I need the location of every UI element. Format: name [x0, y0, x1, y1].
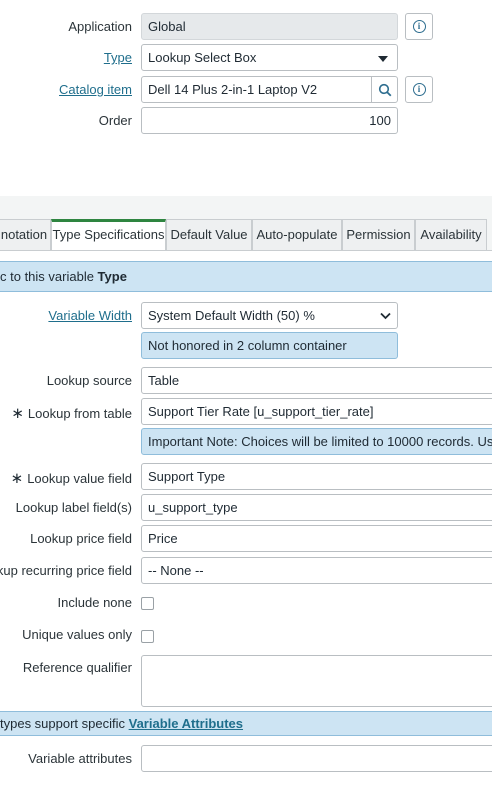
lookup-label-fields-field[interactable]: u_support_type	[141, 494, 492, 521]
type-banner-text: c to this variable	[0, 269, 98, 284]
tab-auto-populate[interactable]: Auto-populate	[252, 219, 342, 250]
required-asterisk-icon: ∗	[11, 405, 24, 422]
lookup-value-field-label-text: Lookup value field	[27, 471, 132, 486]
tab-type-specifications[interactable]: Type Specifications	[51, 219, 166, 251]
type-select-value: Lookup Select Box	[148, 50, 257, 65]
lookup-recurring-price-field-label: ookup recurring price field	[0, 563, 132, 578]
chevron-down-icon	[380, 312, 391, 320]
catalog-item-label-link[interactable]: Catalog item	[59, 82, 132, 97]
include-none-checkbox[interactable]	[141, 597, 154, 610]
unique-values-only-label: Unique values only	[22, 627, 132, 642]
catalog-item-search-button[interactable]	[371, 77, 397, 102]
caret-down-icon	[378, 56, 388, 62]
lookup-from-table-label-text: Lookup from table	[27, 406, 132, 421]
tab-permission[interactable]: Permission	[342, 219, 415, 250]
tab-default-value[interactable]: Default Value	[166, 219, 252, 250]
info-icon: i	[412, 20, 426, 33]
lookup-from-table-field[interactable]: Support Tier Rate [u_support_tier_rate]	[141, 398, 492, 425]
lookup-source-label: Lookup source	[46, 373, 132, 388]
lookup-label-fields-label: Lookup label field(s)	[15, 500, 132, 515]
application-field: Global	[141, 13, 398, 40]
required-asterisk-icon: ∗	[10, 470, 24, 487]
unique-values-only-checkbox[interactable]	[141, 630, 154, 643]
catalog-item-info-button[interactable]: i	[405, 76, 433, 103]
application-info-button[interactable]: i	[405, 13, 433, 40]
lookup-recurring-price-field[interactable]: -- None --	[141, 557, 492, 584]
variable-width-label-link[interactable]: Variable Width	[48, 308, 132, 323]
catalog-item-field[interactable]: Dell 14 Plus 2-in-1 Laptop V2	[141, 76, 398, 103]
variable-width-select[interactable]: System Default Width (50) %	[141, 302, 398, 329]
lookup-value-field-label: ∗ Lookup value field	[11, 469, 132, 487]
lookup-value-field[interactable]: Support Type	[141, 463, 492, 490]
type-select[interactable]: Lookup Select Box	[141, 44, 398, 71]
type-info-banner: c to this variable Type	[0, 261, 492, 292]
info-icon: i	[412, 83, 426, 96]
variable-attributes-label: Variable attributes	[28, 751, 132, 766]
type-label-link[interactable]: Type	[104, 50, 132, 65]
order-label: Order	[98, 113, 132, 128]
variable-attributes-field[interactable]	[141, 745, 492, 772]
lookup-price-field[interactable]: Price	[141, 525, 492, 552]
variable-attributes-link[interactable]: Variable Attributes	[129, 716, 243, 731]
lookup-from-table-label: ∗ Lookup from table	[11, 404, 132, 422]
width-note: Not honored in 2 column container	[141, 332, 398, 359]
application-label: Application	[68, 19, 132, 34]
attributes-banner-text: types support specific	[0, 716, 129, 731]
include-none-label: Include none	[57, 595, 132, 610]
reference-qualifier-label: Reference qualifier	[22, 660, 132, 675]
tab-availability[interactable]: Availability	[415, 219, 487, 250]
reference-qualifier-textarea[interactable]	[141, 655, 492, 707]
lookup-source-field[interactable]: Table	[141, 367, 492, 394]
lookup-price-field-label: Lookup price field	[30, 531, 132, 546]
catalog-item-value: Dell 14 Plus 2-in-1 Laptop V2	[148, 82, 318, 97]
search-icon	[378, 83, 392, 96]
tab-annotation[interactable]: notation	[0, 219, 51, 250]
variable-width-value: System Default Width (50) %	[148, 308, 315, 323]
type-banner-bold: Type	[97, 269, 127, 284]
attributes-info-banner: types support specific Variable Attribut…	[0, 711, 492, 736]
tab-underline	[0, 250, 492, 251]
order-field[interactable]: 100	[141, 107, 398, 134]
important-note: Important Note: Choices will be limited …	[141, 428, 492, 455]
tab-bar: notation Type Specifications Default Val…	[0, 219, 492, 251]
